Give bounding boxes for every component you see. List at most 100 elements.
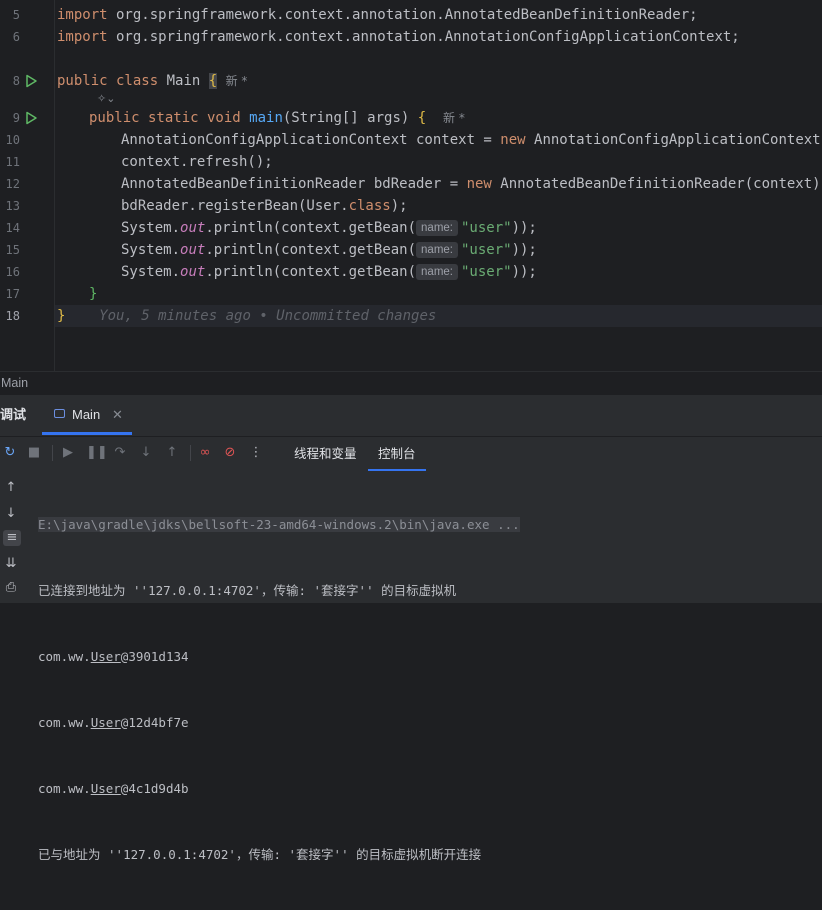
line-number: 10 [5, 133, 20, 147]
class-name: Main [158, 73, 209, 89]
git-blame-hint[interactable]: You, 5 minutes ago • Uncommitted changes [99, 308, 436, 324]
code-line-8: public class Main { 新 * [57, 70, 247, 92]
ai-assist-icon[interactable]: ✧⌄ [97, 92, 115, 105]
class-link[interactable]: User [91, 649, 121, 664]
line-number: 18 [5, 309, 20, 323]
code-text: AnnotationConfigApplicationContext(); [525, 132, 822, 148]
keyword: new [466, 176, 492, 192]
run-main-icon[interactable] [24, 111, 38, 125]
keyword: public class [57, 73, 159, 89]
view-breakpoints-icon[interactable]: ∞ [197, 445, 213, 461]
line-number: 9 [12, 111, 20, 125]
string-literal: "user" [461, 264, 512, 280]
code-line-16: System.out.println(context.getBean(name:… [121, 261, 537, 283]
line-number: 13 [5, 199, 20, 213]
tab-console[interactable]: 控制台 [368, 437, 426, 471]
separator [190, 445, 191, 461]
method-params: (String[] args) [282, 110, 418, 126]
output-text: com.ww. [38, 649, 91, 664]
keyword: import [57, 29, 108, 45]
code-line-15: System.out.println(context.getBean(name:… [121, 239, 537, 261]
print-icon[interactable]: ⎙ [3, 580, 19, 596]
tab-threads-variables[interactable]: 线程和变量 [294, 437, 357, 471]
debug-panel: 调试 Main ✕ ↻ ■ ▶ ❚❚ ↷ ↓ ↑ ∞ ⊘ ⋮ 线程和变量 控制台… [0, 395, 822, 862]
output-text: @12d4bf7e [120, 715, 189, 730]
string-literal: "user" [461, 242, 512, 258]
brace: } [57, 308, 66, 324]
run-class-icon[interactable] [24, 74, 38, 88]
step-out-icon[interactable]: ↑ [164, 445, 180, 461]
tab-underline [42, 432, 132, 435]
output-text: @4c1d9d4b [120, 781, 189, 796]
console-line: com.ww.User@12d4bf7e [38, 712, 822, 734]
code-text: System. [121, 242, 181, 258]
more-icon[interactable]: ⋮ [248, 445, 264, 461]
method-name: main [249, 110, 283, 126]
line-number: 12 [5, 177, 20, 191]
console-line: 已连接到地址为 ''127.0.0.1:4702'，传输: '套接字'' 的目标… [38, 583, 457, 598]
brace: { [417, 110, 427, 126]
console-line: com.ww.User@4c1d9d4b [38, 778, 822, 800]
param-hint: name: [416, 242, 458, 258]
code-line-6: import org.springframework.context.annot… [57, 26, 740, 48]
console-line: E:\java\gradle\jdks\bellsoft-23-amd64-wi… [38, 514, 822, 536]
param-hint: name: [416, 264, 458, 280]
code-line-12: AnnotatedBeanDefinitionReader bdReader =… [121, 173, 822, 195]
scroll-to-end-icon[interactable]: ⇊ [3, 556, 19, 572]
code-text: .println(context.getBean( [205, 220, 417, 236]
code-text: .println(context.getBean( [205, 264, 417, 280]
field: out [180, 220, 206, 236]
code-text: ); [390, 198, 408, 214]
console-output[interactable]: E:\java\gradle\jdks\bellsoft-23-amd64-wi… [38, 470, 822, 910]
console-side-toolbar: ↑ ↓ ≡ ⇊ ⎙ [0, 470, 22, 603]
line-number: 11 [5, 155, 20, 169]
line-number: 5 [12, 8, 20, 22]
close-icon[interactable]: ✕ [112, 395, 123, 435]
code-editor[interactable]: 5 6 8 9 10 11 12 13 14 15 16 17 18 impor… [0, 0, 822, 371]
author-hint[interactable]: 新 * [443, 111, 465, 125]
import-path: org.springframework.context.annotation.A… [107, 7, 698, 23]
code-text: AnnotationConfigApplicationContext conte… [121, 132, 501, 148]
code-line-18: } You, 5 minutes ago • Uncommitted chang… [57, 305, 436, 327]
line-number: 6 [12, 30, 20, 44]
tab-label: Main [72, 407, 101, 422]
class-link[interactable]: User [91, 781, 121, 796]
debug-toolbar: ↻ ■ ▶ ❚❚ ↷ ↓ ↑ ∞ ⊘ ⋮ 线程和变量 控制台 [0, 436, 822, 471]
console-line: com.ww.User@3901d134 [38, 646, 822, 668]
string-literal: "user" [461, 220, 512, 236]
field: out [180, 264, 206, 280]
param-hint: name: [416, 220, 458, 236]
code-line-13: bdReader.registerBean(User.class); [121, 195, 408, 217]
keyword: new [500, 132, 526, 148]
down-icon[interactable]: ↓ [3, 506, 19, 522]
import-path: org.springframework.context.annotation.A… [107, 29, 740, 45]
breadcrumb[interactable]: Main [0, 371, 822, 395]
code-text: )); [511, 242, 537, 258]
code-text: AnnotatedBeanDefinitionReader bdReader = [121, 176, 467, 192]
step-over-icon[interactable]: ↷ [112, 445, 128, 461]
code-line-11: context.refresh(); [121, 154, 273, 170]
line-number: 14 [5, 221, 20, 235]
author-hint[interactable]: 新 * [226, 74, 248, 88]
keyword: class [348, 198, 391, 214]
tab-main[interactable]: Main ✕ [42, 395, 132, 435]
code-text: System. [121, 264, 181, 280]
rerun-icon[interactable]: ↻ [2, 445, 18, 461]
class-link[interactable]: User [91, 715, 121, 730]
resume-icon[interactable]: ▶ [60, 445, 76, 461]
soft-wrap-icon[interactable]: ≡ [3, 530, 21, 546]
pause-icon[interactable]: ❚❚ [86, 445, 108, 461]
code-line-10: AnnotationConfigApplicationContext conte… [121, 129, 822, 151]
code-text: AnnotatedBeanDefinitionReader(context); [491, 176, 822, 192]
mute-breakpoints-icon[interactable]: ⊘ [222, 445, 238, 461]
command-line[interactable]: E:\java\gradle\jdks\bellsoft-23-amd64-wi… [38, 517, 520, 532]
run-config-icon [54, 409, 65, 418]
field: out [180, 242, 206, 258]
line-number: 15 [5, 243, 20, 257]
code-text: )); [511, 264, 537, 280]
up-icon[interactable]: ↑ [3, 480, 19, 496]
stop-icon[interactable]: ■ [26, 445, 42, 461]
code-text: )); [511, 220, 537, 236]
step-into-icon[interactable]: ↓ [138, 445, 154, 461]
brace: { [208, 73, 218, 89]
